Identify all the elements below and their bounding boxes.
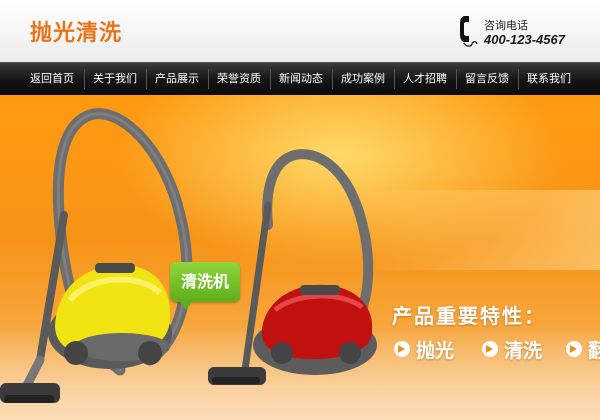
main-nav: 返回首页 关于我们 产品展示 荣誉资质 新闻动态 成功案例 人才招聘 留言反馈 … [0,62,600,95]
nav-item-about[interactable]: 关于我们 [84,63,146,95]
site-header: 抛光清洗 咨询电话 400-123-4567 [0,0,600,62]
hero-banner[interactable]: 清洗机 产品重要特性： 抛光 清洗 翻 [0,95,600,420]
feature-label: 抛光 [416,339,455,362]
feature-heading: 产品重要特性： [392,304,546,328]
nav-item-careers[interactable]: 人才招聘 [394,63,456,95]
phone-icon [460,16,478,47]
feature-item: 翻 [566,337,600,362]
site-logo[interactable]: 抛光清洗 [30,15,122,47]
nav-item-contact[interactable]: 联系我们 [518,63,580,95]
chevron-right-icon [394,341,410,357]
red-vacuum-image [208,149,377,385]
nav-item-news[interactable]: 新闻动态 [270,63,332,95]
callout-label: 清洗机 [180,272,229,291]
nav-item-products[interactable]: 产品展示 [146,63,208,95]
feature-item: 抛光 [394,337,455,362]
feature-label: 清洗 [504,339,543,362]
chevron-right-icon [566,341,582,357]
phone-number: 400-123-4567 [484,32,565,47]
callout-tail [178,300,194,310]
yellow-vacuum-image [0,108,193,403]
chevron-right-icon [482,341,498,357]
nav-item-feedback[interactable]: 留言反馈 [456,63,518,95]
nav-item-cases[interactable]: 成功案例 [332,63,394,95]
product-callout: 清洗机 [170,262,240,310]
feature-item: 清洗 [482,337,543,362]
nav-item-home[interactable]: 返回首页 [21,63,83,95]
nav-item-honors[interactable]: 荣誉资质 [208,63,270,95]
feature-label: 翻 [588,339,600,362]
phone-title: 咨询电话 [484,19,528,32]
